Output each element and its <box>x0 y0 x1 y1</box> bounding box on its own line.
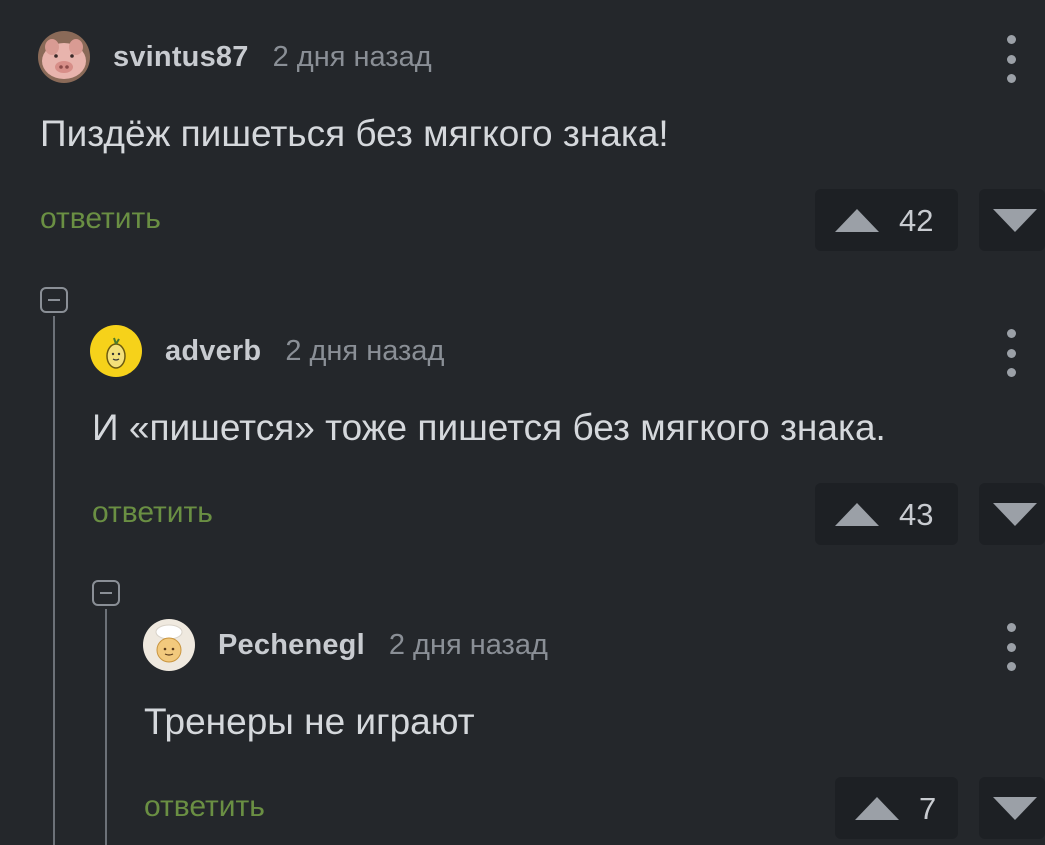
comment-score: 43 <box>899 497 934 532</box>
comment-author[interactable]: Pechenegl <box>218 629 365 662</box>
upvote-button[interactable]: 43 <box>815 483 958 545</box>
avatar[interactable] <box>143 619 195 671</box>
comment-header: adverb 2 дня назад <box>90 325 444 377</box>
comment-header: svintus87 2 дня назад <box>38 31 432 83</box>
upvote-button[interactable]: 42 <box>815 189 958 251</box>
comment-timestamp: 2 дня назад <box>285 334 445 367</box>
avatar[interactable] <box>90 325 142 377</box>
comment-text: Пиздёж пишеться без мягкого знака! <box>40 113 669 154</box>
comment-score: 42 <box>899 203 934 238</box>
thread-line-level-2 <box>105 609 107 845</box>
upvote-button[interactable]: 7 <box>835 777 958 839</box>
triangle-up-icon <box>835 209 879 232</box>
comment-author[interactable]: svintus87 <box>113 41 249 74</box>
reply-button[interactable]: ответить <box>40 202 161 236</box>
thread-line-level-1 <box>53 316 55 845</box>
triangle-up-icon <box>855 797 899 820</box>
triangle-down-icon <box>993 209 1037 232</box>
avatar[interactable] <box>38 31 90 83</box>
comment-text: И «пишется» тоже пишется без мягкого зна… <box>92 407 886 448</box>
comment-thread: svintus87 2 дня назад Пиздёж пишеться бе… <box>0 0 1045 845</box>
comment-score: 7 <box>919 791 937 826</box>
comment-author[interactable]: adverb <box>165 335 261 368</box>
triangle-down-icon <box>993 503 1037 526</box>
more-vertical-icon[interactable] <box>1001 329 1021 377</box>
reply-button[interactable]: ответить <box>92 496 213 530</box>
collapse-thread-button[interactable] <box>40 287 68 313</box>
more-vertical-icon[interactable] <box>1001 623 1021 671</box>
collapse-thread-button[interactable] <box>92 580 120 606</box>
comment-header: Pechenegl 2 дня назад <box>143 619 548 671</box>
more-vertical-icon[interactable] <box>1001 35 1021 83</box>
downvote-button[interactable] <box>979 483 1045 545</box>
downvote-button[interactable] <box>979 189 1045 251</box>
comment-timestamp: 2 дня назад <box>272 40 432 73</box>
triangle-up-icon <box>835 503 879 526</box>
comment-timestamp: 2 дня назад <box>388 628 548 661</box>
downvote-button[interactable] <box>979 777 1045 839</box>
triangle-down-icon <box>993 797 1037 820</box>
comment-text: Тренеры не играют <box>144 701 475 742</box>
reply-button[interactable]: ответить <box>144 790 265 824</box>
